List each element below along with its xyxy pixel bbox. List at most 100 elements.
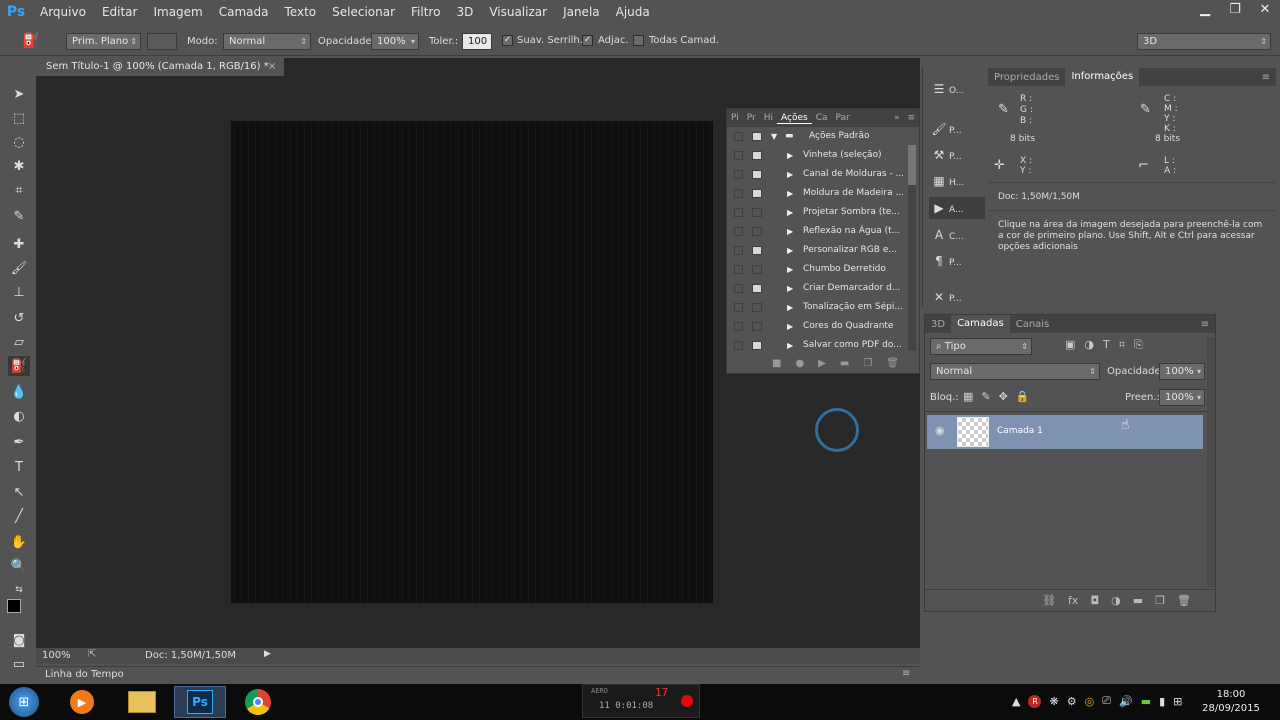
tab-camadas[interactable]: Camadas [951,315,1010,333]
menu-camada[interactable]: Camada [211,5,277,19]
scrollbar-thumb[interactable] [908,145,916,185]
smart-object-filter-icon[interactable]: ⎘ [1134,338,1143,352]
tab-historico[interactable]: Hi [760,113,777,123]
zoom-tool-icon[interactable]: 🔍 [8,556,30,576]
tray-app-icon[interactable]: ❋ [1049,695,1058,708]
tab-caractere[interactable]: Ca [812,113,832,123]
timeline-label[interactable]: Linha do Tempo [45,669,124,680]
taskbar-explorer[interactable] [116,686,168,718]
swap-colors-icon[interactable]: ⇆ [8,580,30,600]
canvas[interactable] [231,121,713,603]
layer-filter-select[interactable]: ⌕ Tipo ⇕ [930,338,1032,355]
adjustment-filter-icon[interactable]: ◑ [1084,338,1094,352]
tray-r-icon[interactable]: R [1028,694,1042,708]
expand-triangle-icon[interactable]: ▶ [787,203,793,222]
network-icon[interactable]: ▮ [1159,695,1165,708]
pattern-picker[interactable] [147,33,177,50]
eraser-tool-icon[interactable]: ▱ [8,332,30,352]
shape-filter-icon[interactable]: ⌗ [1119,338,1125,352]
dialog-toggle[interactable] [752,322,762,331]
menu-arquivo[interactable]: Arquivo [32,5,94,19]
paint-bucket-icon[interactable]: ⛽ [18,31,44,51]
opacity-input[interactable]: 100% ▾ [371,33,419,50]
line-tool-icon[interactable]: ╱ [8,506,30,526]
healing-brush-tool-icon[interactable]: ✚ [8,234,30,254]
expand-triangle-icon[interactable]: ▶ [787,146,793,165]
taskbar-media-player[interactable]: ▶ [56,686,108,718]
lock-all-icon[interactable]: 🔒 [1016,390,1030,403]
menu-texto[interactable]: Texto [277,5,325,19]
list-item[interactable]: ▶ Tonalização em Sépi... [727,298,907,317]
status-menu-arrow-icon[interactable]: ▶ [264,649,271,659]
dialog-toggle[interactable] [752,341,762,350]
toggle-checkbox[interactable] [734,284,743,293]
battery-icon[interactable]: ▬ [1141,695,1151,708]
taskbar-photoshop[interactable]: Ps [174,686,226,718]
pixel-filter-icon[interactable]: ▣ [1065,338,1075,352]
tab-paragrafo[interactable]: Par [832,113,854,123]
list-item[interactable]: ▶ Reflexão na Água (t... [727,222,907,241]
tab-acoes[interactable]: Ações [777,113,812,124]
close-tab-icon[interactable]: × [268,58,276,76]
lock-transparency-icon[interactable]: ▦ [963,390,973,403]
list-item[interactable]: ▶ Canal de Molduras - ... [727,165,907,184]
tray-overflow-icon[interactable]: ▲ [1012,695,1020,708]
play-icon[interactable]: ▶ [818,358,826,369]
tab-propriedades[interactable]: Propriedades [988,72,1065,83]
fill-input[interactable]: 100% ▾ [1159,389,1205,406]
dialog-toggle[interactable] [752,170,762,179]
expand-triangle-icon[interactable]: ▶ [787,222,793,241]
toggle-checkbox[interactable] [734,265,743,274]
contiguous-checkbox[interactable]: ✓ [582,35,593,46]
eyedropper-tool-icon[interactable]: ✎ [8,206,30,226]
fx-icon[interactable]: fx [1068,594,1078,607]
start-button[interactable]: ⊞ [0,686,48,718]
dock-item-actions[interactable]: ▶ A... [929,197,985,219]
restore-button[interactable]: ❐ [1220,0,1250,18]
clone-stamp-tool-icon[interactable]: ⊥ [8,282,30,302]
foreground-color-swatch[interactable] [7,599,21,613]
dialog-toggle[interactable] [752,246,762,255]
layer-opacity-input[interactable]: 100% ▾ [1159,363,1205,380]
history-brush-tool-icon[interactable]: ↺ [8,308,30,328]
menu-3d[interactable]: 3D [448,5,481,19]
stop-icon[interactable]: ■ [772,358,781,369]
dock-item-tools[interactable]: ✕ P... [929,286,985,308]
visibility-eye-icon[interactable]: ◉ [935,424,945,437]
new-set-icon[interactable]: ▬ [840,358,849,369]
collapse-triangle-icon[interactable]: ▼ [771,127,777,146]
expand-triangle-icon[interactable]: ▶ [787,241,793,260]
new-group-icon[interactable]: ▬ [1133,594,1143,607]
dock-item-paragraph[interactable]: ¶ P... [929,250,985,272]
taskbar-chrome[interactable] [232,686,284,718]
expand-triangle-icon[interactable]: ▶ [787,184,793,203]
dock-item-brush-presets[interactable]: 🖌 P... [929,118,985,140]
dock-item-tool-presets[interactable]: ⚒ P... [929,144,985,166]
list-item[interactable]: ▶ Projetar Sombra (te... [727,203,907,222]
tab-canais[interactable]: Canais [1010,319,1056,330]
dialog-toggle[interactable] [752,132,762,141]
document-tab[interactable]: Sem Título-1 @ 100% (Camada 1, RGB/16) *… [36,58,284,76]
panel-menu-icon[interactable]: ≡ [1256,72,1276,83]
list-item[interactable]: ▶ Cores do Quadrante [727,317,907,336]
fill-source-select[interactable]: Prim. Plano ⇕ [66,33,141,50]
new-action-icon[interactable]: ❐ [863,358,872,369]
dialog-toggle[interactable] [752,303,762,312]
expand-triangle-icon[interactable]: ▶ [787,317,793,336]
all-layers-checkbox[interactable] [633,35,644,46]
record-icon[interactable]: ● [795,358,804,369]
toggle-checkbox[interactable] [734,151,743,160]
dialog-toggle[interactable] [752,208,762,217]
expand-triangle-icon[interactable]: ▶ [787,279,793,298]
panel-menu-icon[interactable]: ≡ [903,113,919,123]
toggle-checkbox[interactable] [734,227,743,236]
tab-predefinicoes[interactable]: Pr [743,113,760,123]
expand-triangle-icon[interactable]: ▶ [787,298,793,317]
toggle-checkbox[interactable] [734,208,743,217]
toggle-checkbox[interactable] [734,132,743,141]
tolerance-input[interactable]: 100 [462,33,492,50]
move-tool-icon[interactable]: ➤ [8,84,30,104]
mode-select[interactable]: Normal ⇕ [223,33,311,50]
blend-mode-select[interactable]: Normal ⇕ [930,363,1100,380]
dialog-toggle[interactable] [752,284,762,293]
